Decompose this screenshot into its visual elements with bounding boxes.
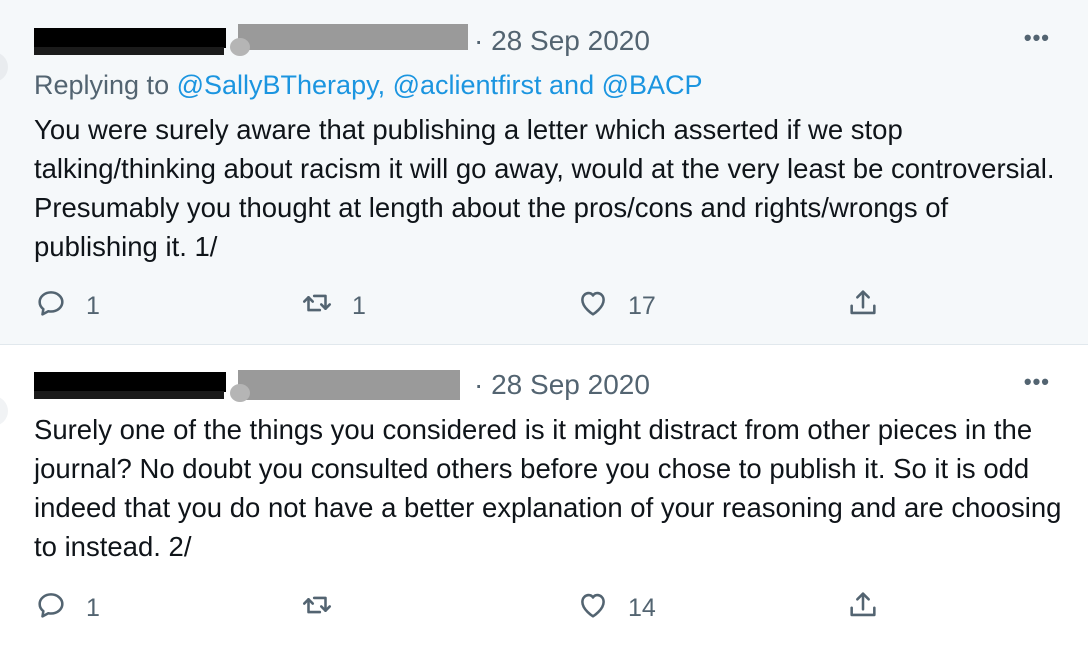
avatar[interactable] — [0, 52, 8, 82]
avatar[interactable] — [0, 396, 8, 426]
more-icon[interactable]: ••• — [1024, 371, 1050, 393]
redacted-handle — [230, 24, 468, 56]
like-button[interactable]: 14 — [576, 588, 656, 628]
tweet-header: · 28 Sep 2020 — [34, 368, 674, 404]
tweet-text: Surely one of the things you considered … — [34, 414, 1062, 562]
replying-to: Replying to @SallyBTherapy, @aclientfirs… — [34, 68, 703, 102]
reply-mentions-link[interactable]: @SallyBTherapy, @aclientfirst and @BACP — [177, 70, 703, 100]
retweet-count: 1 — [352, 291, 366, 320]
retweet-button[interactable]: 1 — [300, 286, 366, 326]
reply-icon — [34, 286, 68, 327]
reply-count: 1 — [86, 291, 100, 320]
reply-icon — [34, 588, 68, 629]
replying-to-label: Replying to — [34, 70, 177, 100]
like-count: 14 — [628, 593, 656, 622]
tweet-2[interactable]: · 28 Sep 2020 ••• Surely one of the thin… — [0, 346, 1088, 670]
share-icon — [846, 588, 880, 629]
redacted-display-name — [34, 28, 226, 55]
tweet-actions: 1 1 17 — [0, 286, 1088, 326]
share-button[interactable] — [846, 286, 880, 326]
like-icon — [576, 588, 610, 629]
reply-button[interactable]: 1 — [34, 286, 100, 326]
share-button[interactable] — [846, 588, 880, 628]
like-button[interactable]: 17 — [576, 286, 656, 326]
tweet-1[interactable]: · 28 Sep 2020 ••• Replying to @SallyBThe… — [0, 0, 1088, 345]
reply-button[interactable]: 1 — [34, 588, 100, 628]
share-icon — [846, 286, 880, 327]
more-icon[interactable]: ••• — [1024, 27, 1050, 49]
like-icon — [576, 286, 610, 327]
like-count: 17 — [628, 291, 656, 320]
redacted-handle — [230, 370, 460, 402]
tweet-date[interactable]: · 28 Sep 2020 — [474, 368, 650, 402]
tweet-actions: 1 14 — [0, 588, 1088, 628]
tweet-text: You were surely aware that publishing a … — [34, 114, 1055, 262]
tweet-header: · 28 Sep 2020 — [34, 24, 674, 60]
retweet-icon — [300, 286, 334, 327]
tweet-date[interactable]: · 28 Sep 2020 — [474, 24, 650, 58]
reply-count: 1 — [86, 593, 100, 622]
redacted-display-name — [34, 372, 226, 399]
retweet-icon — [300, 588, 334, 629]
retweet-button[interactable] — [300, 588, 352, 628]
